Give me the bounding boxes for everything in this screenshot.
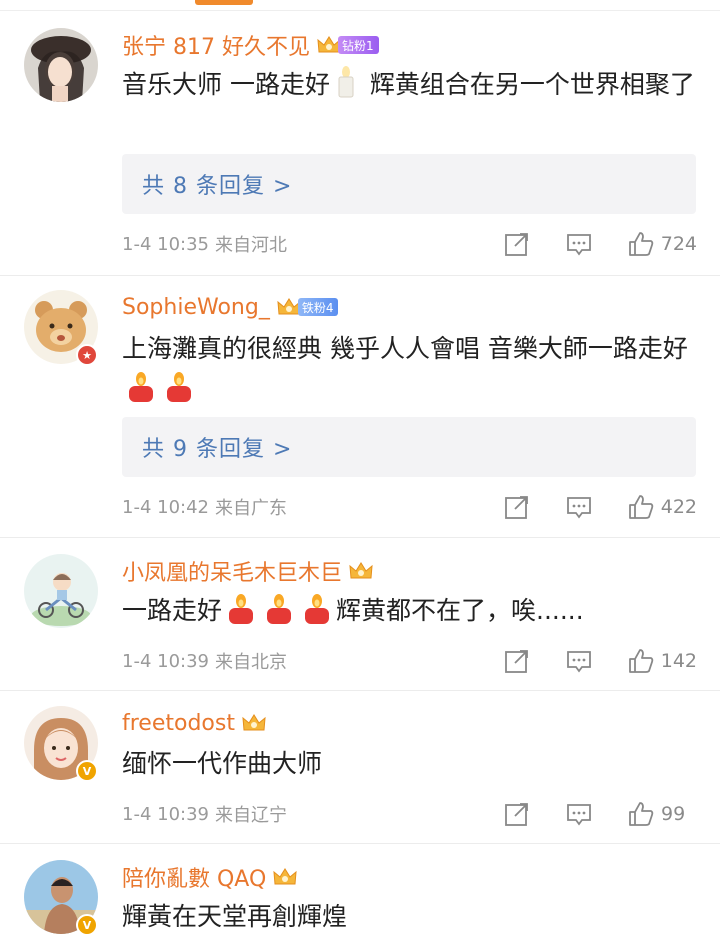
comment-meta: 1-4 10:42 来自广东 422 <box>122 492 697 522</box>
share-icon[interactable] <box>503 493 531 521</box>
comment-content: 輝黃在天堂再創輝煌 <box>122 897 697 937</box>
view-replies-link[interactable]: 共 8 条回复 > <box>142 168 292 200</box>
username[interactable]: 小凤凰的呆毛木巨木巨 <box>122 555 342 587</box>
timestamp: 1-4 10:42 <box>122 496 209 518</box>
like-count: 422 <box>660 496 697 518</box>
comment-actions: 724 <box>503 229 697 259</box>
comment-meta: 1-4 10:35 来自河北 724 <box>122 229 697 259</box>
like-count: 142 <box>660 650 697 672</box>
verified-badge-icon: V <box>76 760 98 782</box>
candle-emoji <box>167 372 191 402</box>
divider <box>0 843 720 844</box>
candle-emoji <box>305 594 330 624</box>
user-row: 陪你亂數 QAQ <box>122 862 298 892</box>
user-row: SophieWong_ 铁粉4 <box>122 292 339 322</box>
fan-badge: 铁粉4 <box>297 298 339 316</box>
comment-content: 缅怀一代作曲大师 <box>122 744 697 784</box>
candle-emoji <box>267 594 292 624</box>
divider <box>0 537 720 538</box>
comment-actions: 422 <box>503 492 697 522</box>
timestamp: 1-4 10:39 <box>122 650 209 672</box>
reply-box[interactable]: 共 8 条回复 > <box>122 154 696 214</box>
active-tab-indicator <box>195 0 253 5</box>
avatar[interactable] <box>24 554 98 628</box>
like-count: 724 <box>660 233 697 255</box>
username[interactable]: 陪你亂數 QAQ <box>122 861 266 893</box>
username[interactable]: freetodost <box>122 711 235 736</box>
comment-icon[interactable] <box>565 493 593 521</box>
comment-text: 一路走好 <box>122 596 223 625</box>
verified-badge-icon: V <box>76 914 98 936</box>
username[interactable]: SophieWong_ <box>122 295 270 320</box>
crown-badge-icon <box>349 562 373 579</box>
candle-emoji <box>129 372 153 402</box>
fan-badge: 钻粉1 <box>337 36 379 54</box>
comment-text: 辉黄组合在另一个世界相聚了 <box>361 70 695 99</box>
comment-actions: 142 <box>503 646 697 676</box>
share-icon[interactable] <box>503 230 531 258</box>
comment-content: 上海灘真的很經典 幾乎人人會唱 音樂大師一路走好 <box>122 329 697 409</box>
comment-text: 缅怀一代作曲大师 <box>122 749 323 778</box>
crown-badge-icon <box>273 868 297 885</box>
thumbs-up-icon[interactable] <box>627 230 655 258</box>
divider <box>0 275 720 276</box>
like-count: 99 <box>661 803 686 825</box>
crown-badge-icon <box>242 714 266 731</box>
comment-actions: 99 <box>503 799 697 829</box>
user-row: 小凤凰的呆毛木巨木巨 <box>122 556 374 586</box>
location: 来自河北 <box>215 235 287 256</box>
thumbs-up-icon[interactable] <box>627 800 655 828</box>
candle-emoji <box>229 594 254 624</box>
comment-text: 上海灘真的很經典 幾乎人人會唱 音樂大師一路走好 <box>122 334 688 363</box>
comment-text: 輝黃在天堂再創輝煌 <box>122 902 348 931</box>
share-icon[interactable] <box>503 800 531 828</box>
verified-badge-icon: ★ <box>76 344 98 366</box>
reply-box[interactable]: 共 9 条回复 > <box>122 417 696 477</box>
location: 来自辽宁 <box>215 805 287 826</box>
comment-icon[interactable] <box>565 230 593 258</box>
comment-icon[interactable] <box>565 647 593 675</box>
timestamp: 1-4 10:39 <box>122 803 209 825</box>
comment-text: 音乐大师 一路走好 <box>122 70 330 99</box>
timestamp: 1-4 10:35 <box>122 233 209 255</box>
candle-emoji <box>338 66 354 98</box>
avatar[interactable] <box>24 28 98 102</box>
user-row: freetodost <box>122 708 267 738</box>
thumbs-up-icon[interactable] <box>627 493 655 521</box>
comment-meta: 1-4 10:39 来自北京 142 <box>122 646 697 676</box>
comment-meta: 1-4 10:39 来自辽宁 99 <box>122 799 697 829</box>
share-icon[interactable] <box>503 647 531 675</box>
divider <box>0 10 720 11</box>
location: 来自广东 <box>215 498 287 519</box>
view-replies-link[interactable]: 共 9 条回复 > <box>142 431 292 463</box>
location: 来自北京 <box>215 652 287 673</box>
comment-icon[interactable] <box>565 800 593 828</box>
user-row: 张宁 817 好久不见 钻粉1 <box>122 30 379 60</box>
comment-content: 音乐大师 一路走好 辉黄组合在另一个世界相聚了 <box>122 65 697 105</box>
username[interactable]: 张宁 817 好久不见 <box>122 29 310 61</box>
comment-content: 一路走好 辉黄都不在了，唉...... <box>122 591 697 631</box>
divider <box>0 690 720 691</box>
thumbs-up-icon[interactable] <box>627 647 655 675</box>
comment-text: 辉黄都不在了，唉...... <box>336 596 584 625</box>
